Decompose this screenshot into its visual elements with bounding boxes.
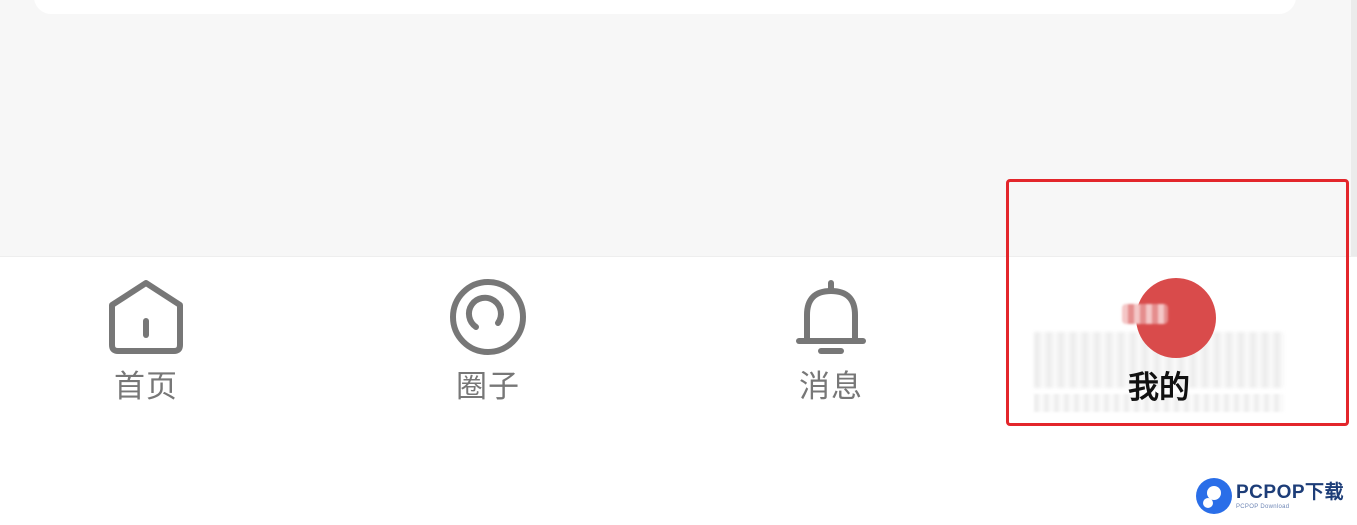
watermark: PCPOP下载 PCPOP Download <box>1196 476 1344 516</box>
circle-icon <box>450 279 526 355</box>
tab-home[interactable]: 首页 <box>86 277 206 407</box>
top-card <box>34 0 1296 14</box>
tab-circle-label: 圈子 <box>456 369 520 405</box>
home-icon <box>109 280 183 354</box>
tab-me[interactable]: 我的 <box>1034 270 1284 420</box>
tab-message[interactable]: 消息 <box>771 277 891 407</box>
bell-icon <box>796 280 866 354</box>
tab-home-label: 首页 <box>114 369 178 405</box>
watermark-title: PCPOP下载 <box>1236 481 1345 503</box>
tab-me-label: 我的 <box>1128 370 1190 406</box>
content-area <box>0 0 1357 256</box>
tab-circle[interactable]: 圈子 <box>428 277 548 407</box>
watermark-subtitle: PCPOP Download <box>1236 503 1290 510</box>
watermark-logo-icon <box>1196 478 1232 514</box>
avatar <box>1136 278 1216 358</box>
tab-message-label: 消息 <box>799 369 863 405</box>
